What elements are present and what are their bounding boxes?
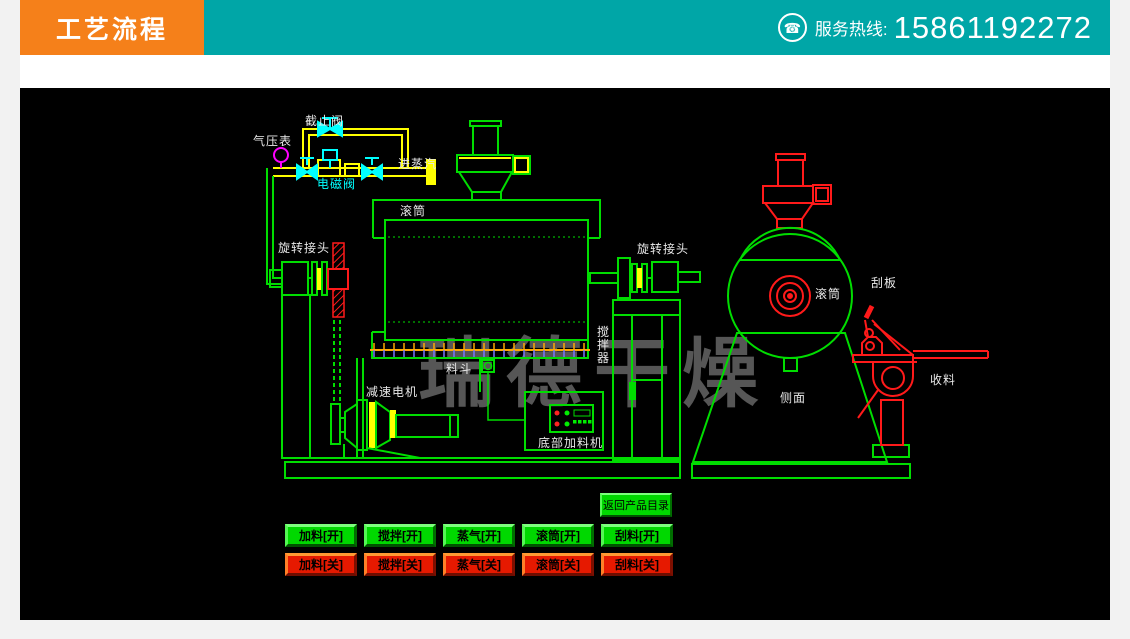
back-to-catalog-button[interactable]: 返回产品目录 (600, 493, 672, 517)
steam-on-button[interactable]: 蒸气[开] (443, 524, 515, 547)
label-gear-motor: 减速电机 (366, 383, 418, 400)
label-rotary-joint-left: 旋转接头 (278, 239, 330, 256)
label-stop-valve: 截止阀 (305, 112, 344, 129)
label-solenoid-valve: 电磁阀 (317, 175, 356, 192)
label-scraper: 刮板 (871, 274, 897, 291)
hotline: ☎ 服务热线: 15861192272 (778, 0, 1092, 55)
hotline-number: 15861192272 (894, 10, 1092, 46)
stir-on-button[interactable]: 搅拌[开] (364, 524, 436, 547)
condensate-pipe (267, 168, 282, 284)
label-bottom-feeder: 底部加料机 (538, 434, 603, 451)
drum-on-button[interactable]: 滚筒[开] (522, 524, 594, 547)
hotline-label: 服务热线: (815, 15, 888, 40)
drum-side-drawing (692, 228, 910, 478)
agitator-shaft (370, 343, 590, 357)
stir-off-button[interactable]: 搅拌[关] (364, 553, 436, 576)
red-top-feeder-drawing (763, 154, 831, 228)
page-card: 工艺流程 ☎ 服务热线: 15861192272 瑞德干燥 (20, 0, 1110, 620)
rotary-joint-right-drawing (590, 258, 700, 298)
drive-coupling (328, 243, 348, 404)
feed-on-button[interactable]: 加料[开] (285, 524, 357, 547)
label-hopper: 料斗 (446, 360, 472, 377)
base-frame (282, 295, 680, 478)
header-bar: 工艺流程 ☎ 服务热线: 15861192272 (20, 0, 1110, 55)
scraper-mechanism-drawing (853, 306, 988, 445)
scrape-off-button[interactable]: 刮料[关] (601, 553, 673, 576)
feed-off-button[interactable]: 加料[关] (285, 553, 357, 576)
drum-axle-icon (770, 276, 810, 316)
process-diagram-canvas: 瑞德干燥 (20, 88, 1110, 620)
on-button-row: 加料[开] 搅拌[开] 蒸气[开] 滚筒[开] 刮料[开] (285, 524, 673, 547)
label-steam-inlet: 进蒸汽 (398, 155, 437, 172)
scrape-on-button[interactable]: 刮料[开] (601, 524, 673, 547)
support-column (613, 300, 680, 460)
gear-motor-drawing (331, 400, 458, 458)
label-drum-side: 滚筒 (815, 285, 841, 302)
label-pressure-gauge: 气压表 (253, 132, 292, 149)
label-rotary-joint-right: 旋转接头 (637, 240, 689, 257)
pressure-gauge-icon (274, 148, 288, 168)
hopper-sensor (482, 360, 525, 420)
header-spacer (20, 55, 1110, 88)
label-side-view: 侧面 (780, 389, 806, 406)
page-title: 工艺流程 (20, 0, 204, 55)
steam-off-button[interactable]: 蒸气[关] (443, 553, 515, 576)
label-drum-front: 滚筒 (400, 202, 426, 219)
label-agitator: 搅拌器 (597, 326, 610, 365)
top-feeder-drawing (457, 121, 530, 200)
drum-off-button[interactable]: 滚筒[关] (522, 553, 594, 576)
phone-icon: ☎ (778, 13, 807, 42)
drum-front-drawing (372, 200, 600, 358)
off-button-row: 加料[关] 搅拌[关] 蒸气[关] 滚筒[关] 刮料[关] (285, 553, 673, 576)
label-collect-material: 收料 (930, 371, 956, 388)
